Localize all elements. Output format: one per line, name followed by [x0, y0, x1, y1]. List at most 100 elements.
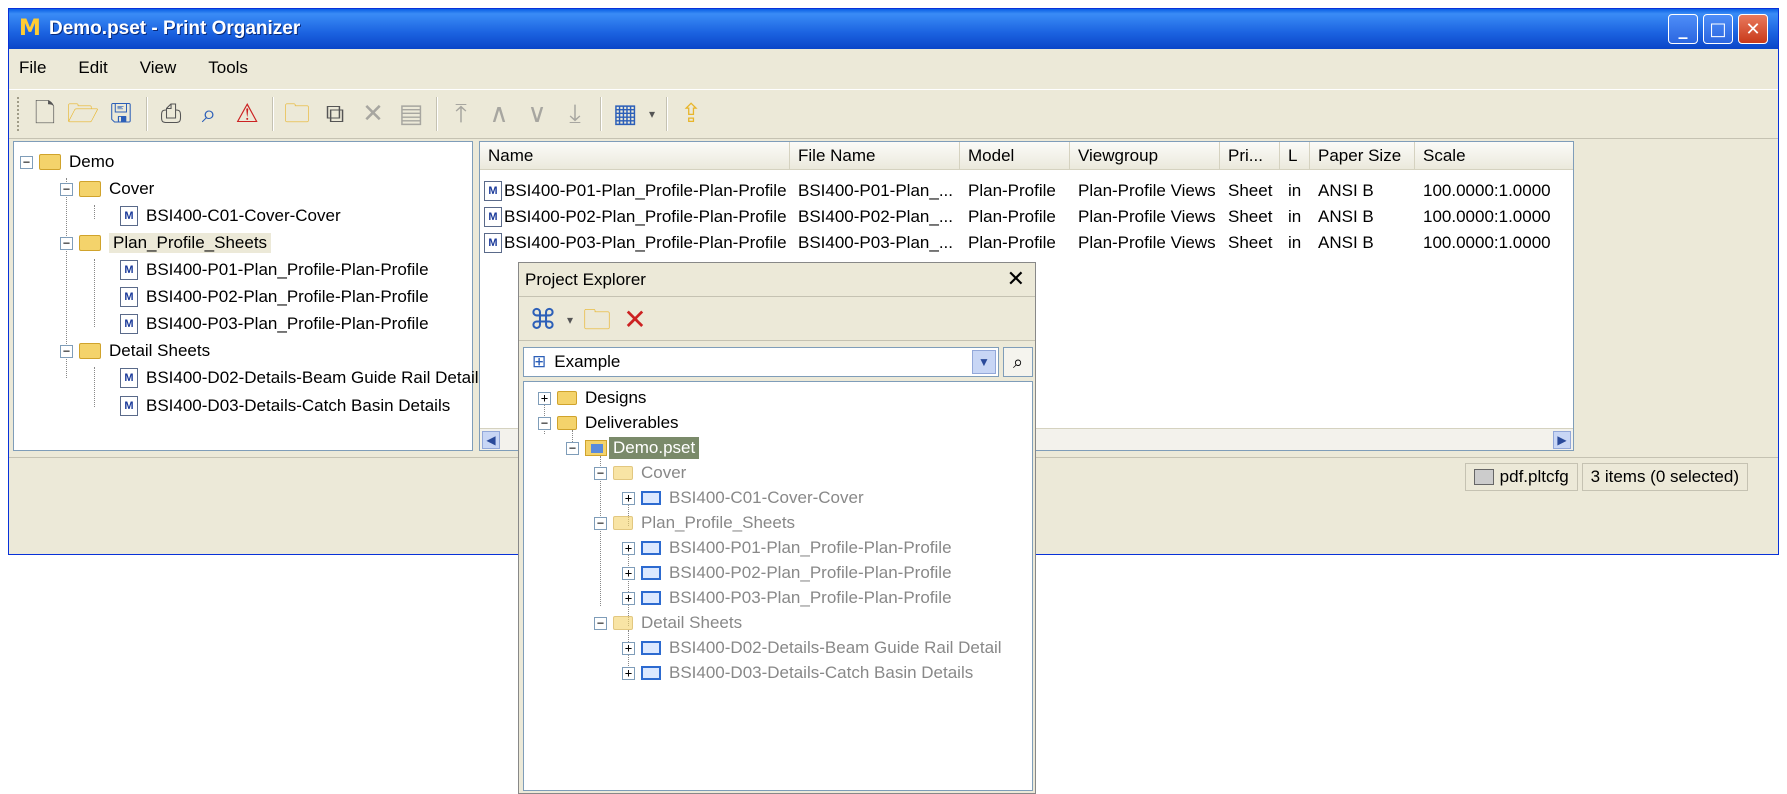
pe-item-p03[interactable]: + BSI400-P03-Plan_Profile-Plan-Profile	[622, 586, 952, 610]
pe-item-d02[interactable]: + BSI400-D02-Details-Beam Guide Rail Det…	[622, 636, 1002, 660]
pe-item-p02[interactable]: + BSI400-P02-Plan_Profile-Plan-Profile	[622, 561, 952, 585]
tree-item-p02[interactable]: M BSI400-P02-Plan_Profile-Plan-Profile	[120, 285, 429, 309]
menu-tools[interactable]: Tools	[208, 58, 248, 78]
project-explorer-panel: Project Explorer ✕ ⌘ ▾ 🗀 ✕ ⊞ Example ▼ ⌕…	[518, 262, 1036, 794]
pe-item-deliverables[interactable]: − Deliverables	[538, 411, 679, 435]
tree-item-cover[interactable]: − Cover	[60, 177, 154, 201]
list-header: Name File Name Model Viewgroup Pri... L …	[480, 142, 1573, 170]
new-icon[interactable]: 🗋	[27, 96, 63, 132]
collapse-icon[interactable]: −	[594, 516, 607, 530]
collapse-icon[interactable]: −	[20, 155, 33, 169]
pe-item-detail-sheets[interactable]: − Detail Sheets	[594, 611, 742, 635]
close-button[interactable]: ✕	[1738, 14, 1768, 44]
save-icon[interactable]: 🖫	[103, 96, 139, 132]
add-files-icon[interactable]: ⧉	[317, 96, 353, 132]
tree-item-p03[interactable]: M BSI400-P03-Plan_Profile-Plan-Profile	[120, 312, 429, 336]
column-header-scale[interactable]: Scale	[1415, 142, 1573, 170]
expand-icon[interactable]: +	[538, 391, 551, 405]
column-header-model[interactable]: Model	[960, 142, 1070, 170]
pdf-icon[interactable]: ⚠	[229, 96, 265, 132]
tree-item-d03[interactable]: M BSI400-D03-Details-Catch Basin Details	[120, 394, 450, 418]
pe-item-plan-profile[interactable]: − Plan_Profile_Sheets	[594, 511, 795, 535]
collapse-icon[interactable]: −	[538, 416, 551, 430]
column-header-file-name[interactable]: File Name	[790, 142, 960, 170]
pe-item-designs[interactable]: + Designs	[538, 386, 646, 410]
preview-icon[interactable]: ⌕	[191, 96, 227, 132]
close-icon[interactable]: ✕	[1007, 267, 1025, 292]
table-row[interactable]: M BSI400-P02-Plan_Profile-Plan-Profile BS…	[480, 204, 1573, 230]
delete-icon[interactable]: ✕	[355, 96, 391, 132]
move-up-icon[interactable]: ∧	[481, 96, 517, 132]
app-icon: M	[19, 16, 41, 41]
properties-icon[interactable]: ▤	[393, 96, 429, 132]
expand-icon[interactable]: +	[622, 541, 635, 555]
pe-item-p01[interactable]: + BSI400-P01-Plan_Profile-Plan-Profile	[622, 536, 952, 560]
column-header-viewgroup[interactable]: Viewgroup	[1070, 142, 1220, 170]
expand-icon[interactable]: +	[622, 591, 635, 605]
move-bottom-icon[interactable]: ⤓	[557, 96, 593, 132]
tree-item-label: BSI400-P01-Plan_Profile-Plan-Profile	[669, 538, 952, 557]
tree-item-detail-sheets[interactable]: − Detail Sheets	[60, 339, 210, 363]
print-icon[interactable]: ⎙	[153, 96, 189, 132]
new-link-icon[interactable]: ⌘	[525, 302, 561, 338]
search-button[interactable]: ⌕	[1003, 347, 1033, 377]
pe-item-c01[interactable]: + BSI400-C01-Cover-Cover	[622, 486, 864, 510]
pe-item-demo-pset[interactable]: − Demo.pset	[566, 436, 700, 460]
minimize-button[interactable]: _	[1668, 14, 1698, 44]
tree-item-label: Demo.pset	[609, 437, 700, 459]
column-header-printer[interactable]: Pri...	[1220, 142, 1280, 170]
tree-item-d02[interactable]: M BSI400-D02-Details-Beam Guide Rail Det…	[120, 366, 479, 390]
table-row[interactable]: M BSI400-P01-Plan_Profile-Plan-Profile BS…	[480, 178, 1573, 204]
printer-driver-panel[interactable]: pdf.pltcfg	[1464, 462, 1578, 491]
chevron-down-icon[interactable]: ▼	[972, 350, 996, 374]
expand-icon[interactable]: +	[622, 666, 635, 680]
menu-view[interactable]: View	[140, 58, 177, 78]
table-row[interactable]: M BSI400-P03-Plan_Profile-Plan-Profile BS…	[480, 230, 1573, 256]
cell-model: Plan-Profile	[968, 233, 1056, 252]
pe-item-d03[interactable]: + BSI400-D03-Details-Catch Basin Details	[622, 661, 973, 685]
pe-item-cover[interactable]: − Cover	[594, 461, 686, 485]
move-top-icon[interactable]: ⤒	[443, 96, 479, 132]
toolbar-grip[interactable]	[17, 97, 21, 131]
column-header-units[interactable]: L	[1280, 142, 1310, 170]
tree-item-label: BSI400-P02-Plan_Profile-Plan-Profile	[669, 563, 952, 582]
up-level-icon[interactable]: ⇪	[673, 96, 709, 132]
tree-item-plan-profile[interactable]: − Plan_Profile_Sheets	[60, 231, 272, 255]
collapse-icon[interactable]: −	[60, 344, 73, 358]
collapse-icon[interactable]: −	[566, 441, 579, 455]
expand-icon[interactable]: +	[622, 641, 635, 655]
scroll-right-icon[interactable]: ▶	[1553, 431, 1571, 449]
project-explorer-title-bar[interactable]: Project Explorer ✕	[519, 263, 1035, 297]
project-explorer-title: Project Explorer	[525, 269, 646, 289]
expand-icon[interactable]: +	[622, 491, 635, 505]
tree-root[interactable]: − Demo	[20, 150, 114, 174]
chevron-down-icon[interactable]: ▾	[563, 302, 577, 338]
tree-item-label: BSI400-P03-Plan_Profile-Plan-Profile	[146, 314, 429, 333]
delete-icon[interactable]: ✕	[617, 302, 653, 338]
column-header-name[interactable]: Name	[480, 142, 790, 170]
print-set-tree[interactable]: − Demo − Cover M BSI400-C01-Cover-Cover …	[13, 141, 479, 451]
move-down-icon[interactable]: ∨	[519, 96, 555, 132]
chevron-down-icon[interactable]: ▾	[645, 96, 659, 132]
collapse-icon[interactable]: −	[60, 236, 73, 250]
expand-icon[interactable]: +	[622, 566, 635, 580]
menu-edit[interactable]: Edit	[78, 58, 107, 78]
tree-item-p01[interactable]: M BSI400-P01-Plan_Profile-Plan-Profile	[120, 258, 429, 282]
project-selector[interactable]: ⊞ Example ▼	[523, 347, 999, 377]
new-folder-icon[interactable]: 🗀	[579, 302, 615, 338]
collapse-icon[interactable]: −	[594, 466, 607, 480]
tree-item-c01[interactable]: M BSI400-C01-Cover-Cover	[120, 204, 341, 228]
scroll-left-icon[interactable]: ◀	[482, 431, 500, 449]
open-icon[interactable]: 🗁	[65, 96, 101, 132]
maximize-button[interactable]: □	[1703, 14, 1733, 44]
column-header-paper-size[interactable]: Paper Size	[1310, 142, 1415, 170]
collapse-icon[interactable]: −	[594, 616, 607, 630]
menu-file[interactable]: File	[19, 58, 46, 78]
project-explorer-tree[interactable]: + Designs − Deliverables − Demo.pset − C…	[523, 381, 1033, 791]
collapse-icon[interactable]: −	[60, 182, 73, 196]
tree-guide-line	[94, 259, 95, 327]
display-icon[interactable]: ▦	[607, 96, 643, 132]
title-bar[interactable]: M Demo.pset - Print Organizer _ □ ✕	[9, 9, 1778, 49]
project-selector-value: Example	[554, 352, 621, 371]
new-folder-icon[interactable]: 🗀	[279, 96, 315, 132]
